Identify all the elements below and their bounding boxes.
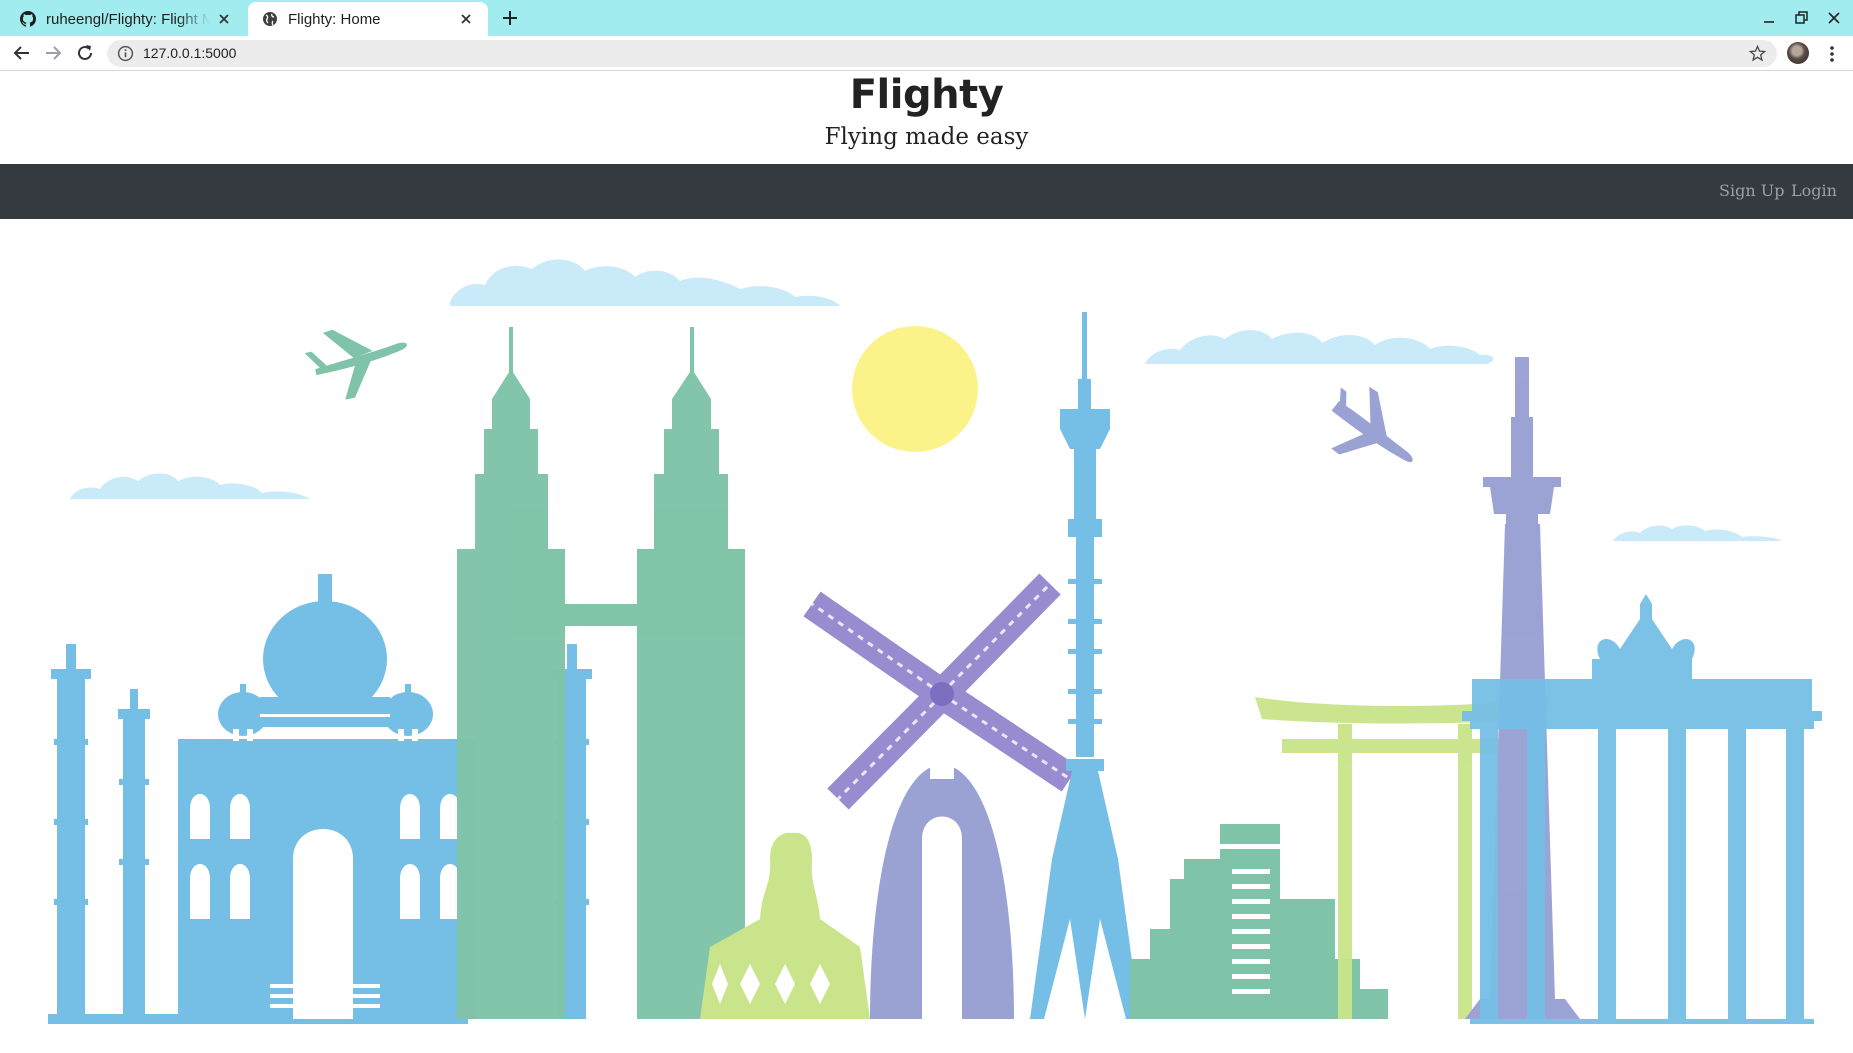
page-tagline: Flying made easy [824, 124, 1029, 150]
tab-title: ruheengl/Flighty: Flight M [46, 10, 210, 28]
main-navbar: Sign Up Login [0, 164, 1853, 219]
browser-toolbar: 127.0.0.1:5000 [0, 36, 1853, 71]
profile-avatar[interactable] [1787, 42, 1809, 64]
address-bar[interactable]: 127.0.0.1:5000 [107, 40, 1777, 67]
globe-icon [263, 12, 277, 26]
browser-menu-icon[interactable] [1820, 44, 1844, 64]
building-windows [1232, 869, 1270, 994]
close-window-icon[interactable] [1822, 6, 1846, 30]
browser-tab-github[interactable]: ruheengl/Flighty: Flight M [6, 2, 246, 36]
site-header: Flighty Flying made easy [0, 72, 1853, 164]
close-tab-icon[interactable] [216, 11, 232, 27]
minimize-icon[interactable] [1757, 6, 1781, 30]
airplane-icon [304, 329, 407, 400]
browser-tab-strip: ruheengl/Flighty: Flight M Flighty: Home [0, 0, 1853, 36]
bookmark-star-icon[interactable] [1748, 44, 1767, 63]
tv-tower-shape [1030, 312, 1140, 1019]
browser-tab-flighty[interactable]: Flighty: Home [248, 2, 488, 36]
github-icon [20, 11, 36, 27]
close-tab-icon[interactable] [458, 11, 474, 27]
url-text[interactable]: 127.0.0.1:5000 [143, 45, 236, 61]
new-tab-icon[interactable] [498, 6, 522, 30]
signup-link[interactable]: Sign Up [1719, 181, 1784, 200]
hero-illustration [0, 219, 1853, 1053]
page-title: Flighty [849, 72, 1004, 118]
site-info-icon[interactable] [117, 45, 134, 62]
forward-arrow-icon[interactable] [41, 41, 65, 65]
login-link[interactable]: Login [1791, 181, 1837, 200]
skyline-illustration [48, 259, 1822, 1024]
petronas-towers-shape [457, 327, 745, 1019]
tab-title: Flighty: Home [288, 10, 381, 28]
back-arrow-icon[interactable] [10, 41, 34, 65]
airplane-icon [1331, 386, 1413, 463]
restore-icon[interactable] [1789, 6, 1813, 30]
reload-icon[interactable] [73, 41, 97, 65]
sun-shape [852, 326, 978, 452]
